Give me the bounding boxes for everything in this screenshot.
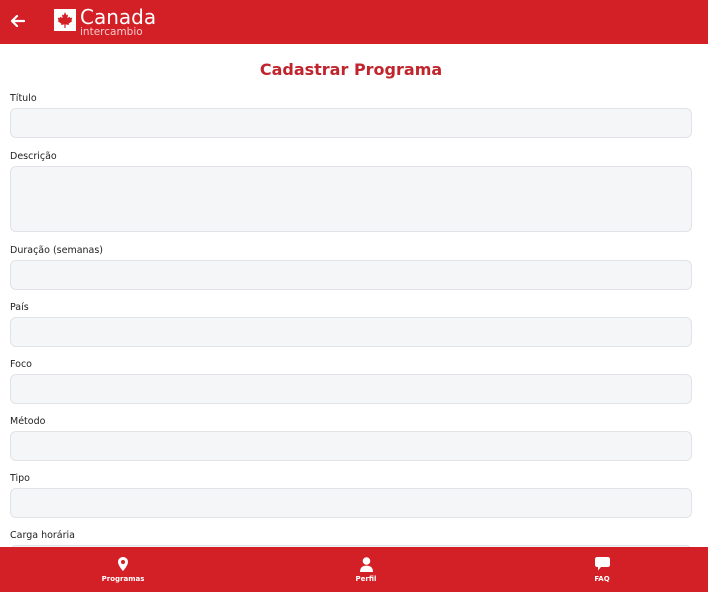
nav-label: Perfil — [355, 575, 377, 583]
field-descricao: Descrição — [10, 151, 692, 232]
duracao-input[interactable] — [10, 260, 692, 290]
descricao-textarea[interactable] — [10, 166, 692, 232]
app-header: Canada intercambio — [0, 0, 708, 44]
field-foco: Foco — [10, 359, 692, 404]
logo-subtitle: intercambio — [80, 26, 143, 38]
field-label: Descrição — [10, 151, 57, 162]
field-label: Foco — [10, 359, 32, 370]
chat-bubble-icon — [594, 556, 610, 572]
bottom-nav: Programas Perfil FAQ — [0, 547, 708, 592]
field-label: País — [10, 302, 29, 313]
tipo-input[interactable] — [10, 488, 692, 518]
logo-name: Canada — [80, 5, 157, 29]
field-tipo: Tipo — [10, 473, 692, 518]
field-label: Tipo — [10, 473, 30, 484]
maple-leaf-icon — [54, 9, 76, 31]
titulo-input[interactable] — [10, 108, 692, 138]
field-titulo: Título — [10, 93, 692, 138]
form-content[interactable]: Cadastrar Programa Título Descrição Dura… — [0, 44, 708, 547]
pais-input[interactable] — [10, 317, 692, 347]
field-label: Duração (semanas) — [10, 245, 104, 256]
nav-label: FAQ — [594, 575, 610, 583]
foco-input[interactable] — [10, 374, 692, 404]
app-logo[interactable]: Canada intercambio — [54, 7, 156, 38]
nav-item-perfil[interactable]: Perfil — [306, 547, 426, 592]
field-metodo: Método — [10, 416, 692, 461]
field-duracao: Duração (semanas) — [10, 245, 692, 290]
user-icon — [359, 556, 373, 572]
arrow-left-icon — [11, 15, 25, 27]
nav-label: Programas — [101, 575, 145, 583]
field-label: Título — [10, 93, 37, 104]
field-label: Método — [10, 416, 46, 427]
nav-item-programas[interactable]: Programas — [63, 547, 183, 592]
metodo-input[interactable] — [10, 431, 692, 461]
field-pais: País — [10, 302, 692, 347]
nav-item-faq[interactable]: FAQ — [542, 547, 662, 592]
back-button[interactable] — [6, 9, 30, 33]
map-pin-icon — [118, 556, 128, 572]
page-title: Cadastrar Programa — [259, 60, 443, 79]
field-carga-horaria: Carga horária — [10, 530, 692, 547]
field-label: Carga horária — [10, 530, 75, 541]
